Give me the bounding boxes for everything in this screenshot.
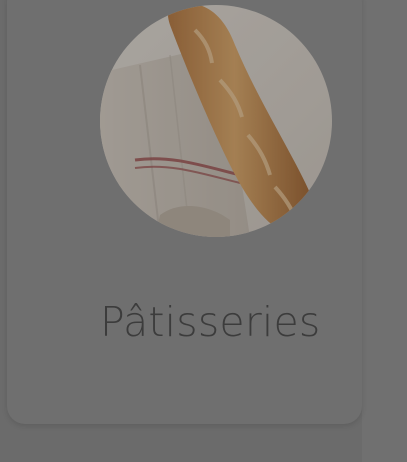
category-image[interactable] bbox=[100, 5, 332, 237]
page-edge-strip bbox=[362, 0, 407, 462]
baguette-image bbox=[100, 5, 332, 237]
category-card[interactable]: Pâtisseries bbox=[7, 0, 362, 424]
category-title[interactable]: Pâtisseries bbox=[100, 298, 320, 346]
page-overlay: Pâtisseries bbox=[0, 0, 407, 462]
